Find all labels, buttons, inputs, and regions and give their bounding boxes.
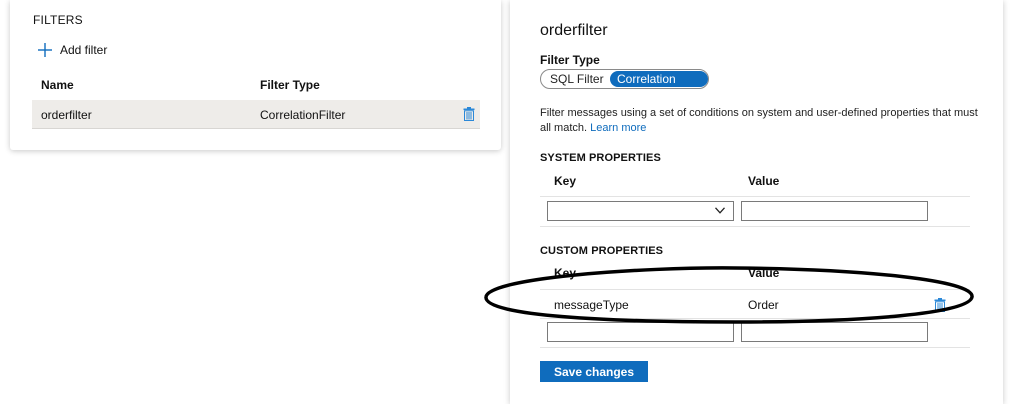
custom-key-input[interactable]	[547, 322, 734, 342]
trash-icon[interactable]	[934, 298, 946, 312]
divider	[540, 196, 970, 197]
filters-heading: FILTERS	[33, 13, 83, 27]
trash-icon[interactable]	[463, 107, 475, 121]
custom-key-header: Key	[554, 266, 577, 280]
system-properties-heading: SYSTEM PROPERTIES	[540, 152, 661, 164]
custom-value-input[interactable]	[741, 322, 928, 342]
system-value-input[interactable]	[741, 201, 928, 221]
column-header-name: Name	[41, 78, 74, 92]
plus-icon	[38, 43, 52, 57]
divider	[540, 347, 970, 348]
system-key-header: Key	[554, 174, 577, 188]
add-filter-button[interactable]: Add filter	[38, 43, 107, 57]
add-filter-label: Add filter	[60, 43, 108, 57]
filter-title: orderfilter	[540, 22, 608, 39]
custom-properties-heading: CUSTOM PROPERTIES	[540, 245, 664, 257]
learn-more-link[interactable]: Learn more	[590, 122, 646, 134]
table-row[interactable]: orderfilter CorrelationFilter	[32, 100, 480, 129]
save-changes-button[interactable]: Save changes	[540, 361, 648, 382]
filter-description: Filter messages using a set of condition…	[540, 106, 990, 136]
filter-type-toggle: SQL Filter Correlation Filter	[540, 69, 709, 102]
filter-name-cell[interactable]: orderfilter	[41, 108, 92, 122]
custom-key-cell: messageType	[554, 298, 629, 312]
filter-type-label: Filter Type	[540, 53, 600, 67]
custom-value-header: Value	[748, 266, 780, 280]
chevron-down-icon	[715, 207, 725, 214]
system-key-select[interactable]	[547, 201, 734, 221]
system-value-header: Value	[748, 174, 780, 188]
filter-detail-panel: orderfilter Filter Type SQL Filter Corre…	[510, 0, 1003, 404]
divider	[540, 226, 970, 227]
sql-filter-option[interactable]: SQL Filter	[543, 71, 611, 87]
custom-value-cell: Order	[748, 298, 779, 312]
column-header-filter-type: Filter Type	[260, 78, 320, 92]
correlation-filter-option[interactable]: Correlation Filter	[610, 71, 708, 102]
table-row[interactable]: messageType Order	[540, 289, 970, 319]
filter-type-cell: CorrelationFilter	[260, 108, 346, 122]
filters-panel: FILTERS Add filter Name Filter Type orde…	[10, 0, 501, 150]
